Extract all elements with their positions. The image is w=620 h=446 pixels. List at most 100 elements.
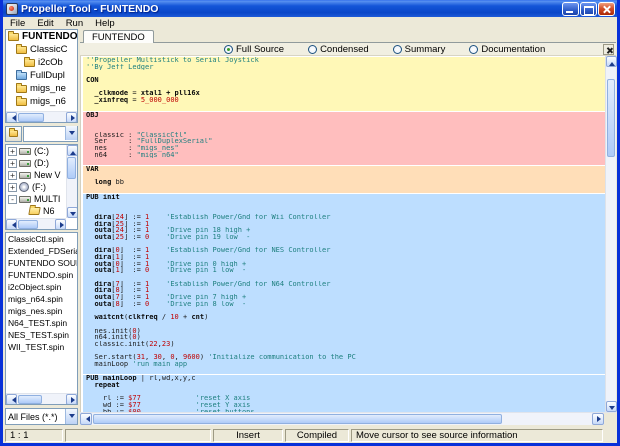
file-list-item[interactable]: WII_TEST.spin xyxy=(6,341,77,353)
code-line[interactable] xyxy=(86,368,605,375)
scroll-down-icon[interactable] xyxy=(67,207,77,218)
drive-combo-dropdown-icon[interactable] xyxy=(65,125,77,140)
scroll-left-icon[interactable] xyxy=(6,219,17,229)
radio-button-icon[interactable] xyxy=(224,44,233,54)
code-line[interactable] xyxy=(86,207,605,214)
code-line[interactable]: Ser : "FullDuplexSerial" xyxy=(86,138,605,145)
pane-close-icon[interactable] xyxy=(603,44,614,55)
code-line[interactable] xyxy=(86,200,605,207)
tree-expander-icon[interactable]: + xyxy=(8,158,17,168)
code-line[interactable]: OBJ xyxy=(86,112,605,119)
file-list-item[interactable]: ClassicCtl.spin xyxy=(6,233,77,245)
file-list-item[interactable]: NES_TEST.spin xyxy=(6,329,77,341)
scroll-up-icon[interactable] xyxy=(606,56,617,67)
directory-tree-hscrollbar[interactable] xyxy=(6,218,66,229)
code-line[interactable] xyxy=(86,274,605,281)
scroll-thumb[interactable] xyxy=(18,113,44,122)
scroll-thumb[interactable] xyxy=(93,414,502,424)
code-line[interactable]: _clkmode = xtal1 + pll16x xyxy=(86,90,605,97)
scroll-left-icon[interactable] xyxy=(80,413,92,425)
code-line[interactable]: outa[1] := 0 'Drive pin 1 low - xyxy=(86,267,605,274)
scroll-thumb[interactable] xyxy=(18,395,42,404)
editor-vscrollbar[interactable] xyxy=(605,56,617,412)
scroll-thumb[interactable] xyxy=(67,157,76,179)
code-line[interactable]: outa[24] := 1 'Drive pin 18 high + xyxy=(86,227,605,234)
file-list-item[interactable]: Extended_FDSeria xyxy=(6,245,77,257)
code-line[interactable] xyxy=(86,321,605,328)
code-line[interactable] xyxy=(86,241,605,248)
code-line[interactable]: ''Propeller Multistick to Serial Joystic… xyxy=(86,57,605,64)
editor-hscrollbar[interactable] xyxy=(80,412,616,425)
code-line[interactable]: dira[24] := 1 'Establish Power/Gnd for W… xyxy=(86,214,605,221)
code-line[interactable]: wd := $77 'reset Y axis xyxy=(86,402,605,409)
object-tree-item[interactable]: i2cOb xyxy=(6,56,77,69)
code-line[interactable] xyxy=(86,125,605,132)
code-line[interactable] xyxy=(86,118,605,125)
code-line[interactable] xyxy=(86,348,605,355)
code-line[interactable]: VAR xyxy=(86,166,605,173)
scroll-right-icon[interactable] xyxy=(66,112,77,122)
code-line[interactable]: dira[25] := 1 xyxy=(86,221,605,228)
code-line[interactable]: nes : "migs_nes" xyxy=(86,145,605,152)
code-line[interactable] xyxy=(86,389,605,396)
radio-documentation[interactable]: Documentation xyxy=(469,44,545,55)
file-list-item[interactable]: N64_TEST.spin xyxy=(6,317,77,329)
scroll-right-icon[interactable] xyxy=(592,413,604,425)
code-line[interactable]: PUB mainLoop | rl,wd,x,y,c xyxy=(86,375,605,382)
scroll-left-icon[interactable] xyxy=(6,112,17,122)
scroll-right-icon[interactable] xyxy=(55,219,66,229)
close-button[interactable] xyxy=(598,1,615,16)
object-tree-item[interactable]: ClassicC xyxy=(6,43,77,56)
code-line[interactable]: dira[0] := 1 'Establish Power/Gnd for NE… xyxy=(86,247,605,254)
scroll-down-icon[interactable] xyxy=(606,401,617,412)
code-line[interactable] xyxy=(86,104,605,111)
code-line[interactable]: n64.init(0) xyxy=(86,334,605,341)
code-line[interactable]: long bb xyxy=(86,179,605,186)
object-tree-hscrollbar[interactable] xyxy=(6,111,77,122)
code-line[interactable]: classic.init(22,23) xyxy=(86,341,605,348)
file-list-hscrollbar[interactable] xyxy=(6,393,77,404)
tree-expander-icon[interactable]: + xyxy=(8,146,17,156)
code-line[interactable]: outa[0] := 1 'Drive pin 0 high + xyxy=(86,261,605,268)
tab-funtendo[interactable]: FUNTENDO xyxy=(83,30,154,43)
code-line[interactable]: dira[8] := 1 xyxy=(86,287,605,294)
code-line[interactable]: outa[8] := 0 'Drive pin 8 low - xyxy=(86,301,605,308)
code-line[interactable]: CON xyxy=(86,77,605,84)
code-line[interactable]: outa[7] := 1 'Drive pin 7 high + xyxy=(86,294,605,301)
radio-full-source[interactable]: Full Source xyxy=(224,44,284,55)
code-line[interactable]: dira[1] := 1 xyxy=(86,254,605,261)
code-line[interactable]: _xinfreq = 5_000_000 xyxy=(86,97,605,104)
menu-run[interactable]: Run xyxy=(60,17,89,29)
object-tree-item[interactable]: FUNTENDO xyxy=(6,30,77,43)
minimize-button[interactable] xyxy=(562,1,579,16)
menu-file[interactable]: File xyxy=(4,17,31,29)
file-list-item[interactable]: i2cObject.spin xyxy=(6,281,77,293)
code-line[interactable] xyxy=(86,84,605,91)
radio-button-icon[interactable] xyxy=(308,44,318,54)
code-line[interactable] xyxy=(86,173,605,180)
code-line[interactable]: Ser.start(31, 30, 0, 9600) 'Initialize c… xyxy=(86,354,605,361)
file-list-item[interactable]: FUNTENDO SOUI xyxy=(6,257,77,269)
file-filter-combo[interactable]: All Files (*.*) xyxy=(5,408,78,425)
code-editor[interactable]: ''Propeller Multistick to Serial Joystic… xyxy=(81,56,605,412)
object-tree-item[interactable]: FullDupl xyxy=(6,69,77,82)
code-line[interactable] xyxy=(86,158,605,165)
tree-expander-icon[interactable]: - xyxy=(8,194,17,204)
radio-button-icon[interactable] xyxy=(392,44,402,54)
radio-summary[interactable]: Summary xyxy=(392,44,445,55)
code-line[interactable] xyxy=(86,186,605,193)
directory-tree-vscrollbar[interactable] xyxy=(66,145,77,218)
code-line[interactable]: repeat xyxy=(86,382,605,389)
file-filter-dropdown-icon[interactable] xyxy=(65,409,77,424)
file-list-item[interactable]: migs_nes.spin xyxy=(6,305,77,317)
code-line[interactable]: classic : "ClassicCtl" xyxy=(86,132,605,139)
scroll-right-icon[interactable] xyxy=(66,394,77,404)
code-line[interactable]: mainLoop 'run main app xyxy=(86,361,605,368)
scroll-left-icon[interactable] xyxy=(6,394,17,404)
code-line[interactable]: dira[7] := 1 'Establish Power/Gnd for N6… xyxy=(86,281,605,288)
scroll-up-icon[interactable] xyxy=(67,145,77,156)
file-list-item[interactable]: FUNTENDO.spin xyxy=(6,269,77,281)
tree-expander-icon[interactable]: + xyxy=(8,182,17,192)
code-line[interactable]: waitcnt(clkfreq / 10 + cnt) xyxy=(86,314,605,321)
code-line[interactable]: PUB init xyxy=(86,194,605,201)
